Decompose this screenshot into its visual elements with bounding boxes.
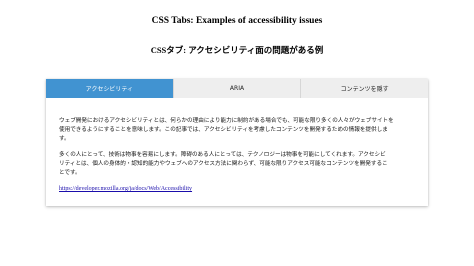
tab-aria[interactable]: ARIA	[173, 79, 302, 98]
paragraph-line: リティとは、個人の身体的・認知的能力やウェブへのアクセス方法に関わらず、可能な限…	[59, 161, 388, 167]
paragraph-line: 使用できるようにすることを意味します。この記事では、アクセシビリティを考慮したコ…	[59, 127, 388, 133]
tab-hide-content[interactable]: コンテンツを隠す	[301, 79, 429, 98]
paragraph-line: ウェブ開発におけるアクセシビリティとは、何らかの理由により能力に制約がある場合で…	[59, 118, 394, 124]
paragraph-line: 多くの人にとって、技術は物事を容易にします。障碍のある人にとっては、テクノロジー…	[59, 152, 386, 158]
paragraph-accessibility-definition: ウェブ開発におけるアクセシビリティとは、何らかの理由により能力に制約がある場合で…	[59, 117, 417, 144]
paragraph-line: す。	[59, 136, 70, 142]
page-subtitle: CSSタブ: アクセシビリティ面の問題がある例	[150, 45, 324, 55]
mdn-accessibility-link[interactable]: https://developer.mozilla.org/ja/docs/We…	[59, 186, 192, 192]
paragraph-accessibility-importance: 多くの人にとって、技術は物事を容易にします。障碍のある人にとっては、テクノロジー…	[59, 151, 417, 178]
page-title: CSS Tabs: Examples of accessibility issu…	[151, 16, 323, 26]
tab-panel: ウェブ開発におけるアクセシビリティとは、何らかの理由により能力に制約がある場合で…	[59, 117, 417, 194]
tab-container: アクセシビリティ ARIA コンテンツを隠す ウェブ開発におけるアクセシビリティ…	[46, 79, 429, 206]
tab-bar: アクセシビリティ ARIA コンテンツを隠す	[46, 79, 429, 98]
paragraph-line: とです。	[59, 170, 81, 176]
tab-accessibility[interactable]: アクセシビリティ	[46, 79, 174, 98]
